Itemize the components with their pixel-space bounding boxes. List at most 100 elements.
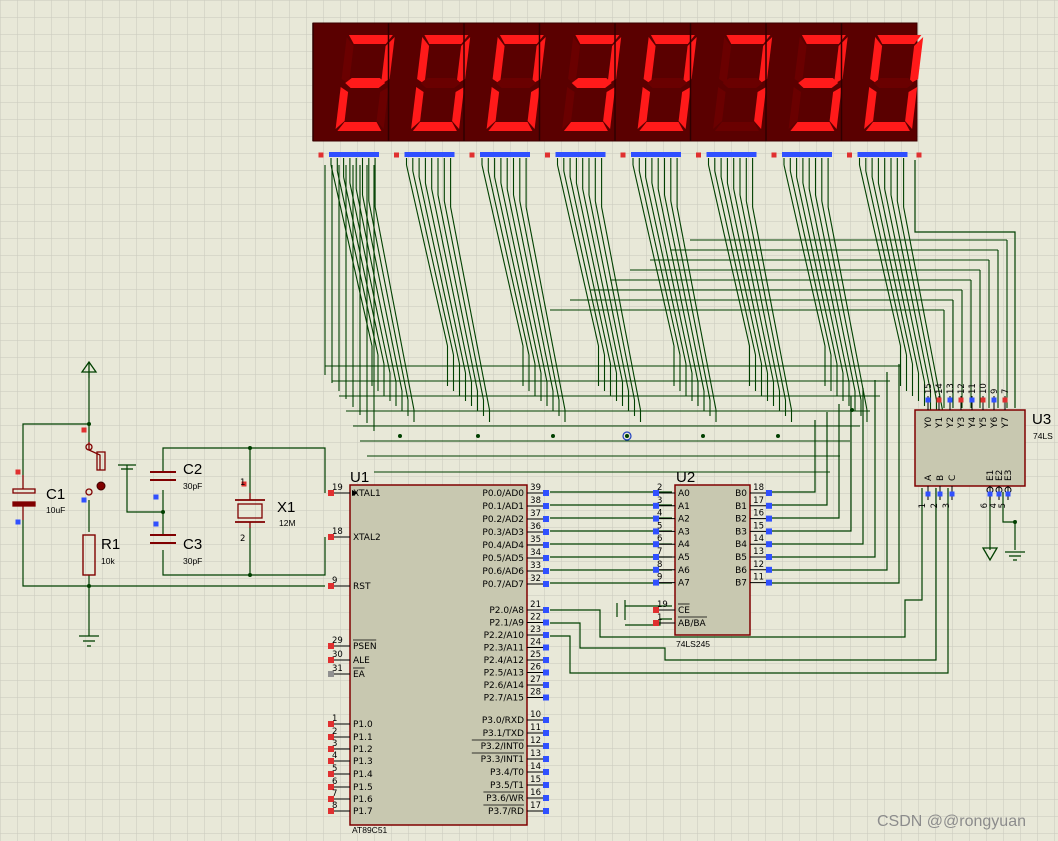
pin-number: 13 — [530, 749, 541, 759]
c3-pin — [153, 521, 159, 527]
pin-number: 12 — [753, 560, 764, 570]
pin-number: 7 — [332, 789, 337, 799]
pin-number: 35 — [530, 535, 541, 545]
pin-number: 17 — [530, 801, 541, 811]
pin-label: P3.6/WR — [486, 794, 524, 804]
pin-number: 8 — [657, 560, 662, 570]
digit-pin-bar — [857, 152, 908, 157]
pin-marker — [543, 669, 549, 676]
pin-number: 23 — [530, 625, 541, 635]
segment-d — [337, 122, 382, 131]
u1-part: AT89C51 — [352, 825, 388, 835]
pin-number: 6 — [657, 534, 662, 544]
pin-number: 2 — [657, 483, 662, 493]
pin-label: P2.0/A8 — [489, 606, 524, 616]
pin-label: Y7 — [1001, 417, 1011, 429]
pin-label: Y5 — [979, 417, 989, 429]
c1-ref: C1 — [46, 486, 65, 503]
bus-junction — [625, 434, 629, 438]
pin-number: 3 — [332, 739, 337, 749]
pin-label: P3.4/T0 — [490, 768, 524, 778]
pin-number: 34 — [530, 548, 541, 558]
u3-part: 74LS — [1033, 431, 1053, 441]
pin-label: P0.1/AD1 — [482, 502, 524, 512]
segment-a — [424, 35, 469, 44]
schematic-canvas: 19XTAL118XTAL29RST29PSEN30ALE31EA1P1.02P… — [0, 0, 1058, 841]
segment-a — [348, 35, 393, 44]
pin-label: Y6 — [990, 417, 1000, 429]
seven-segment-display[interactable] — [312, 22, 924, 158]
pin-number: 27 — [530, 675, 541, 685]
pin-number: 13 — [946, 383, 956, 394]
pin-label: CE — [678, 606, 690, 616]
digit-pin-red — [469, 152, 475, 158]
pin-number: 29 — [332, 636, 343, 646]
pin-marker — [1002, 397, 1008, 403]
pin-number: 14 — [935, 383, 945, 394]
pin-number: 33 — [530, 561, 541, 571]
pin-number: 16 — [753, 509, 764, 519]
display-end-pin — [916, 152, 922, 158]
digit-pin-bar — [329, 152, 379, 157]
bus-junction — [701, 434, 705, 438]
pin-marker — [766, 566, 772, 573]
c1-pin — [15, 519, 21, 525]
segment-d — [412, 122, 457, 131]
pin-label: B — [936, 475, 946, 481]
pin-number: 19 — [332, 483, 343, 493]
pin-label: B4 — [735, 540, 747, 550]
digit-pin-bar — [555, 152, 606, 157]
u1-microcontroller[interactable]: 19 XTAL1 18 XTAL2 9 RST 29 PSEN 30 ALE 31 EA 1 P1.0 2 P… — [328, 483, 549, 826]
pin-marker — [987, 491, 993, 497]
pin-number: 12 — [957, 383, 967, 394]
x1-pin2-num: 2 — [240, 534, 245, 544]
pin-label: B6 — [735, 566, 747, 576]
pin-label: Y3 — [957, 417, 967, 429]
pin-marker — [937, 491, 943, 497]
pin-label: A4 — [678, 540, 690, 550]
pin-number: 15 — [530, 775, 541, 785]
xtal-junction — [248, 573, 252, 577]
pin-label: A0 — [678, 489, 690, 499]
pin-number: 11 — [968, 383, 978, 394]
pin-number: 1 — [332, 714, 337, 724]
pin-label: P2.4/A12 — [484, 656, 524, 666]
pin-label: P3.2/INT0 — [481, 742, 525, 752]
u2-ref: U2 — [676, 469, 695, 486]
c3-value: 30pF — [183, 556, 202, 566]
pin-label: P2.7/A15 — [484, 694, 524, 704]
u3-junction — [1013, 520, 1017, 524]
pin-label: P1.7 — [353, 807, 373, 817]
pin-marker — [766, 502, 772, 509]
pin-marker — [543, 619, 549, 626]
pin-marker — [543, 795, 549, 801]
pin-number: 15 — [924, 383, 934, 394]
sw-actuator — [96, 481, 106, 491]
pin-label: P0.4/AD4 — [482, 541, 524, 551]
digit-pin-red — [847, 152, 852, 158]
pin-marker — [996, 491, 1002, 497]
pin-marker — [543, 756, 549, 762]
pin-number: 36 — [530, 522, 541, 532]
pin-number: 32 — [530, 574, 541, 584]
pin-number: 11 — [753, 573, 764, 583]
pin-label: A5 — [678, 553, 690, 563]
pin-number: 39 — [530, 483, 541, 493]
pin-number: 25 — [530, 650, 541, 660]
u1-ref: U1 — [350, 469, 369, 486]
pin-label: P0.0/AD0 — [482, 489, 524, 499]
pin-marker — [543, 657, 549, 663]
digit-pin-red — [318, 152, 324, 158]
pin-number: 9 — [990, 389, 1000, 394]
pin-label: P2.5/A13 — [484, 669, 524, 679]
pin-number: 3 — [942, 503, 952, 508]
pin-label: P1.6 — [353, 795, 373, 805]
caps-junction — [161, 510, 165, 514]
pin-label: A1 — [678, 502, 690, 512]
pin-marker — [949, 491, 955, 497]
c2-pin — [153, 494, 159, 500]
c1-pin — [15, 469, 21, 475]
bus-junction — [398, 434, 402, 438]
pin-label: P3.0/RXD — [482, 716, 524, 726]
digit-pin-red — [394, 152, 399, 158]
